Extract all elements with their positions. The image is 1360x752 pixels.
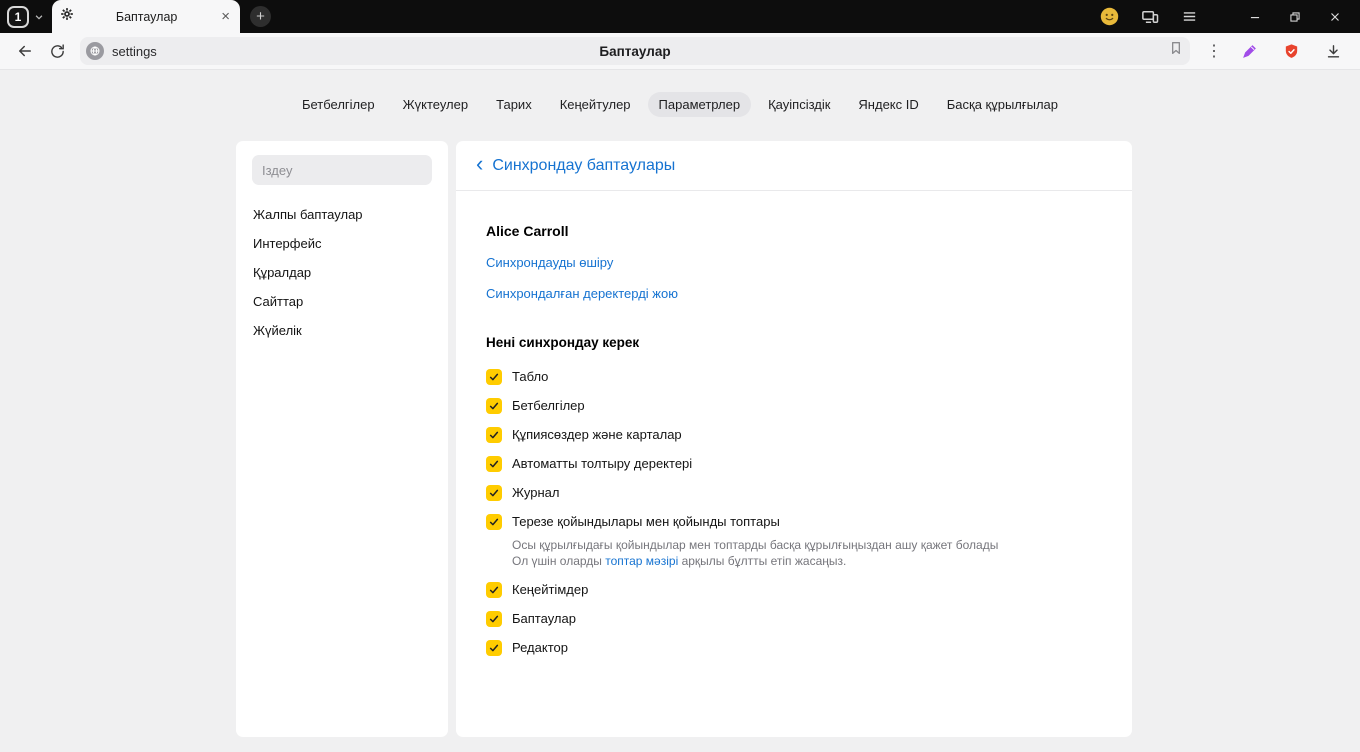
- sync-option-label: Кеңейтімдер: [512, 582, 589, 597]
- checkbox-checked-icon[interactable]: [486, 368, 502, 385]
- sync-option-label: Автоматты толтыру деректері: [512, 456, 693, 471]
- devices-icon[interactable]: [1141, 8, 1159, 26]
- sync-settings-header: ‹ Синхрондау баптаулары: [456, 141, 1132, 191]
- sidebar-item-interface[interactable]: Интерфейс: [236, 229, 448, 258]
- profile-avatar[interactable]: [1100, 7, 1119, 26]
- page-title: Синхрондау баптаулары: [492, 156, 676, 174]
- sync-option-tabs[interactable]: Терезе қойындылары мен қойынды топтары: [486, 507, 1102, 536]
- groups-menu-link[interactable]: топтар мәзірі: [605, 554, 678, 568]
- nav-other-devices[interactable]: Басқа құрылғылар: [936, 92, 1069, 117]
- address-page-title: Баптаулар: [599, 43, 671, 59]
- sync-option-label: Редактор: [512, 640, 568, 655]
- tab-group-label: 1: [14, 9, 22, 24]
- toolbar: settings Баптаулар ⋮: [0, 33, 1360, 70]
- settings-page: Бетбелгілер Жүктеулер Тарих Кеңейтулер П…: [0, 71, 1360, 752]
- sync-settings-body: Alice Carroll Синхрондауды өшіру Синхрон…: [456, 191, 1132, 662]
- sync-settings-panel: ‹ Синхрондау баптаулары Alice Carroll Си…: [456, 141, 1132, 737]
- search-input[interactable]: [252, 155, 432, 185]
- checkbox-checked-icon[interactable]: [486, 639, 502, 656]
- site-icon[interactable]: [86, 42, 104, 60]
- checkbox-checked-icon[interactable]: [486, 581, 502, 598]
- tab-title: Баптаулар: [115, 9, 178, 24]
- checkbox-checked-icon[interactable]: [486, 513, 502, 530]
- more-options-icon[interactable]: ⋮: [1196, 41, 1232, 61]
- description-line-1: Осы құрылғыдағы қойындылар мен топтарды …: [512, 538, 999, 552]
- sync-option-label: Табло: [512, 369, 549, 384]
- sync-option-bookmarks[interactable]: Бетбелгілер: [486, 391, 1102, 420]
- sync-option-tableau[interactable]: Табло: [486, 362, 1102, 391]
- titlebar: 1 Баптаулар × +: [0, 0, 1360, 33]
- nav-history[interactable]: Тарих: [485, 92, 543, 117]
- nav-bookmarks[interactable]: Бетбелгілер: [291, 92, 386, 117]
- maximize-button[interactable]: [1282, 4, 1308, 30]
- close-button[interactable]: [1322, 4, 1348, 30]
- disable-sync-link[interactable]: Синхрондауды өшіру: [486, 255, 1102, 270]
- sync-option-extensions[interactable]: Кеңейтімдер: [486, 575, 1102, 604]
- sync-option-label: Бетбелгілер: [512, 398, 585, 413]
- sidebar-item-tools[interactable]: Құралдар: [236, 258, 448, 287]
- titlebar-right: [1100, 4, 1360, 30]
- sync-option-passwords[interactable]: Құпиясөздер және карталар: [486, 420, 1102, 449]
- sidebar-item-system[interactable]: Жүйелік: [236, 316, 448, 345]
- browser-tab[interactable]: Баптаулар ×: [52, 0, 240, 33]
- account-name: Alice Carroll: [486, 223, 569, 239]
- back-chevron-icon[interactable]: ‹: [476, 153, 483, 175]
- description-text: арқылы бұлтты етіп жасаңыз.: [678, 554, 847, 568]
- nav-downloads[interactable]: Жүктеулер: [392, 92, 480, 117]
- sidebar-list: Жалпы баптаулар Интерфейс Құралдар Сайтт…: [236, 200, 448, 345]
- sync-option-label: Баптаулар: [512, 611, 576, 626]
- reload-icon[interactable]: [44, 38, 70, 64]
- shield-extension-icon[interactable]: [1278, 38, 1304, 64]
- nav-extensions[interactable]: Кеңейтулер: [549, 92, 642, 117]
- menu-icon[interactable]: [1181, 8, 1198, 25]
- delete-synced-data-link[interactable]: Синхрондалған деректерді жою: [486, 286, 1102, 301]
- settings-sidebar: Жалпы баптаулар Интерфейс Құралдар Сайтт…: [236, 141, 448, 737]
- address-bar[interactable]: settings Баптаулар: [80, 37, 1190, 65]
- section-title: Нені синхрондау керек: [486, 335, 640, 350]
- sidebar-item-general[interactable]: Жалпы баптаулар: [236, 200, 448, 229]
- description-line-2: Ол үшін оларды топтар мәзірі арқылы бұлт…: [512, 553, 1102, 569]
- checkbox-checked-icon[interactable]: [486, 484, 502, 501]
- tab-close-icon[interactable]: ×: [219, 9, 232, 24]
- settings-top-nav: Бетбелгілер Жүктеулер Тарих Кеңейтулер П…: [0, 92, 1360, 117]
- checkbox-checked-icon[interactable]: [486, 455, 502, 472]
- toolbar-extensions: [1232, 38, 1360, 64]
- description-text: Ол үшін оларды: [512, 554, 606, 568]
- nav-security[interactable]: Қауіпсіздік: [757, 92, 841, 117]
- bookmark-icon[interactable]: [1168, 40, 1184, 61]
- sync-option-label: Құпиясөздер және карталар: [512, 427, 682, 442]
- downloads-icon[interactable]: [1320, 38, 1346, 64]
- tab-gear-icon: [60, 7, 74, 26]
- nav-settings[interactable]: Параметрлер: [647, 92, 752, 117]
- minimize-button[interactable]: [1242, 4, 1268, 30]
- sync-option-editor[interactable]: Редактор: [486, 633, 1102, 662]
- checkbox-checked-icon[interactable]: [486, 426, 502, 443]
- nav-yandex-id[interactable]: Яндекс ID: [847, 92, 929, 117]
- sync-option-history[interactable]: Журнал: [486, 478, 1102, 507]
- checkbox-checked-icon[interactable]: [486, 610, 502, 627]
- sync-option-autofill[interactable]: Автоматты толтыру деректері: [486, 449, 1102, 478]
- sync-options-list: Табло Бетбелгілер Құпиясөздер және карта…: [486, 362, 1102, 662]
- new-tab-button[interactable]: +: [250, 6, 271, 27]
- sidebar-item-sites[interactable]: Сайттар: [236, 287, 448, 316]
- url-text: settings: [112, 43, 157, 59]
- tab-group-button[interactable]: 1: [7, 5, 29, 28]
- sync-option-label: Журнал: [512, 485, 560, 500]
- sync-option-settings[interactable]: Баптаулар: [486, 604, 1102, 633]
- sync-option-label: Терезе қойындылары мен қойынды топтары: [512, 514, 780, 529]
- back-icon[interactable]: [12, 38, 38, 64]
- checkbox-checked-icon[interactable]: [486, 397, 502, 414]
- tab-group-chevron-icon[interactable]: [34, 12, 44, 22]
- pen-extension-icon[interactable]: [1236, 38, 1262, 64]
- sync-option-description: Осы құрылғыдағы қойындылар мен топтарды …: [512, 537, 1102, 569]
